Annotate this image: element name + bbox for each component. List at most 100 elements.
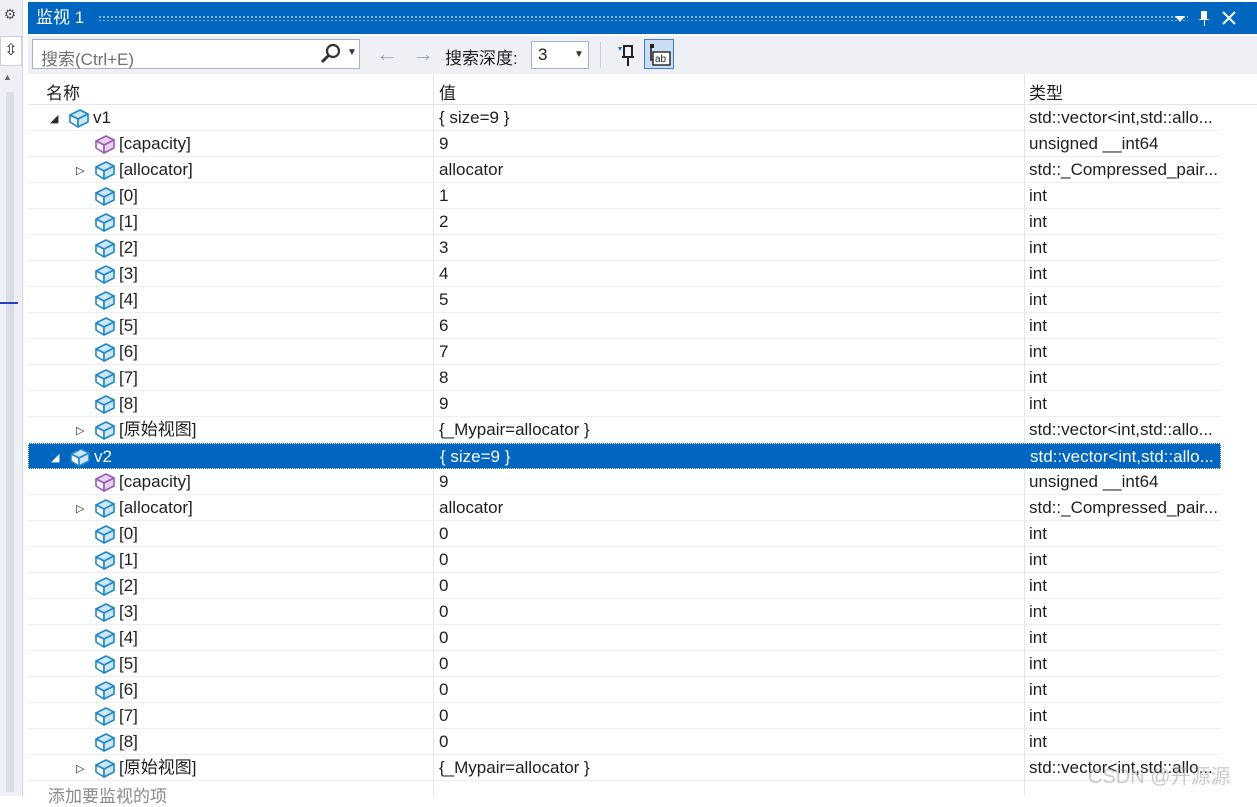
watch-row[interactable]: [capacity] 9 unsigned __int64: [28, 131, 1221, 157]
watch-row[interactable]: [3] 0 int: [28, 599, 1221, 625]
window-menu-button[interactable]: [1169, 6, 1191, 30]
variable-cube-icon: [94, 653, 116, 675]
watch-row[interactable]: [8] 9 int: [28, 391, 1221, 417]
row-value[interactable]: 3: [439, 238, 1019, 258]
row-value[interactable]: 9: [439, 134, 1019, 154]
split-icon[interactable]: ⇳: [0, 36, 22, 66]
row-value[interactable]: 0: [439, 628, 1019, 648]
left-scrollbar[interactable]: [6, 92, 14, 792]
row-value[interactable]: allocator: [439, 160, 1019, 180]
row-value[interactable]: 2: [439, 212, 1019, 232]
row-type: int: [1029, 524, 1047, 543]
watch-row[interactable]: [5] 6 int: [28, 313, 1221, 339]
row-value[interactable]: 1: [439, 186, 1019, 206]
column-header-type[interactable]: 类型: [1029, 79, 1063, 104]
variable-cube-icon: [94, 341, 116, 363]
row-name: v1: [93, 108, 111, 127]
back-arrow-icon[interactable]: ←: [376, 41, 398, 67]
row-value[interactable]: { size=9 }: [439, 108, 1019, 128]
pin-to-source-icon[interactable]: [611, 40, 641, 70]
hex-display-toggle[interactable]: ab: [644, 39, 674, 69]
row-value[interactable]: 0: [439, 550, 1019, 570]
row-type: int: [1029, 550, 1047, 569]
watch-row[interactable]: [8] 0 int: [28, 729, 1221, 755]
column-header-value[interactable]: 值: [439, 79, 456, 104]
row-value[interactable]: 0: [439, 732, 1019, 752]
row-value[interactable]: 8: [439, 368, 1019, 388]
drag-grip[interactable]: [98, 15, 1188, 21]
watch-row[interactable]: ◢ v2 { size=9 } std::vector<int,std::allo..…: [28, 443, 1221, 469]
row-value[interactable]: 0: [439, 524, 1019, 544]
watch-row[interactable]: ▷ [原始视图] {_Mypair=allocator } std::vector<i…: [28, 755, 1221, 781]
forward-arrow-icon[interactable]: →: [412, 41, 434, 67]
pin-button[interactable]: [1193, 6, 1215, 30]
watch-row[interactable]: [2] 0 int: [28, 573, 1221, 599]
watch-row[interactable]: [2] 3 int: [28, 235, 1221, 261]
variable-cube-icon: [69, 446, 91, 468]
watch-row[interactable]: [1] 0 int: [28, 547, 1221, 573]
expand-arrow-icon[interactable]: ▷: [76, 424, 84, 437]
search-options-dropdown-icon[interactable]: ▼: [347, 47, 357, 58]
collapse-arrow-icon[interactable]: ◢: [51, 451, 59, 464]
watch-row[interactable]: [4] 5 int: [28, 287, 1221, 313]
watch-row[interactable]: ▷ [原始视图] {_Mypair=allocator } std::vector<i…: [28, 417, 1221, 443]
column-header-name[interactable]: 名称: [46, 79, 80, 104]
expand-arrow-icon[interactable]: ▷: [76, 502, 84, 515]
watch-row[interactable]: [7] 8 int: [28, 365, 1221, 391]
row-name: [8]: [119, 732, 138, 751]
watch-row[interactable]: [6] 7 int: [28, 339, 1221, 365]
row-name: [1]: [119, 212, 138, 231]
row-value[interactable]: 9: [439, 394, 1019, 414]
row-type: int: [1029, 264, 1047, 283]
watch-row[interactable]: [1] 2 int: [28, 209, 1221, 235]
row-value[interactable]: 0: [439, 654, 1019, 674]
row-value[interactable]: 4: [439, 264, 1019, 284]
watch-row[interactable]: [6] 0 int: [28, 677, 1221, 703]
row-name: [6]: [119, 680, 138, 699]
close-button[interactable]: [1218, 6, 1240, 30]
row-value[interactable]: {_Mypair=allocator }: [439, 758, 1019, 778]
row-value[interactable]: 0: [439, 680, 1019, 700]
expand-arrow-icon[interactable]: ▷: [76, 164, 84, 177]
watch-row[interactable]: [5] 0 int: [28, 651, 1221, 677]
search-icon[interactable]: [319, 42, 343, 66]
row-name: [4]: [119, 628, 138, 647]
row-value[interactable]: 0: [439, 706, 1019, 726]
search-depth-select[interactable]: 3 ▼: [531, 41, 589, 69]
row-value[interactable]: {_Mypair=allocator }: [439, 420, 1019, 440]
variable-cube-icon: [94, 575, 116, 597]
watch-row[interactable]: ▷ [allocator] allocator std::_Compressed_pa…: [28, 157, 1221, 183]
row-value[interactable]: allocator: [439, 498, 1019, 518]
row-name: [7]: [119, 706, 138, 725]
row-value[interactable]: { size=9 }: [440, 447, 1020, 467]
search-input[interactable]: 搜索(Ctrl+E) ▼: [32, 39, 360, 69]
up-arrow-icon[interactable]: ▲: [3, 72, 12, 82]
watch-row[interactable]: ◢ v1 { size=9 } std::vector<int,std::allo..…: [28, 105, 1221, 131]
variable-cube-icon: [94, 263, 116, 285]
row-value[interactable]: 9: [439, 472, 1019, 492]
watch-row[interactable]: [0] 1 int: [28, 183, 1221, 209]
right-margin: [1221, 105, 1257, 796]
watch-row[interactable]: [3] 4 int: [28, 261, 1221, 287]
expand-arrow-icon[interactable]: ▷: [76, 762, 84, 775]
gear-icon[interactable]: ⚙: [2, 6, 18, 22]
watch-row[interactable]: [7] 0 int: [28, 703, 1221, 729]
add-watch-placeholder[interactable]: 添加要监视的项: [48, 782, 167, 807]
row-value[interactable]: 0: [439, 602, 1019, 622]
row-value[interactable]: 0: [439, 576, 1019, 596]
row-value[interactable]: 5: [439, 290, 1019, 310]
collapse-arrow-icon[interactable]: ◢: [50, 112, 58, 125]
row-name: [allocator]: [119, 498, 193, 517]
row-name: [3]: [119, 264, 138, 283]
watch-window: 监视 1 搜索(Ctrl+E) ▼ ← → 搜索深度: 3 ▼ ab 名称 值 …: [28, 0, 1257, 806]
title-bar: 监视 1: [28, 2, 1257, 34]
watch-row[interactable]: [0] 0 int: [28, 521, 1221, 547]
variable-cube-icon: [94, 211, 116, 233]
row-value[interactable]: 6: [439, 316, 1019, 336]
watch-row[interactable]: [4] 0 int: [28, 625, 1221, 651]
watch-row[interactable]: [capacity] 9 unsigned __int64: [28, 469, 1221, 495]
chevron-down-icon: ▼: [574, 49, 584, 60]
watch-row[interactable]: ▷ [allocator] allocator std::_Compressed_pa…: [28, 495, 1221, 521]
row-value[interactable]: 7: [439, 342, 1019, 362]
row-type: int: [1029, 394, 1047, 413]
